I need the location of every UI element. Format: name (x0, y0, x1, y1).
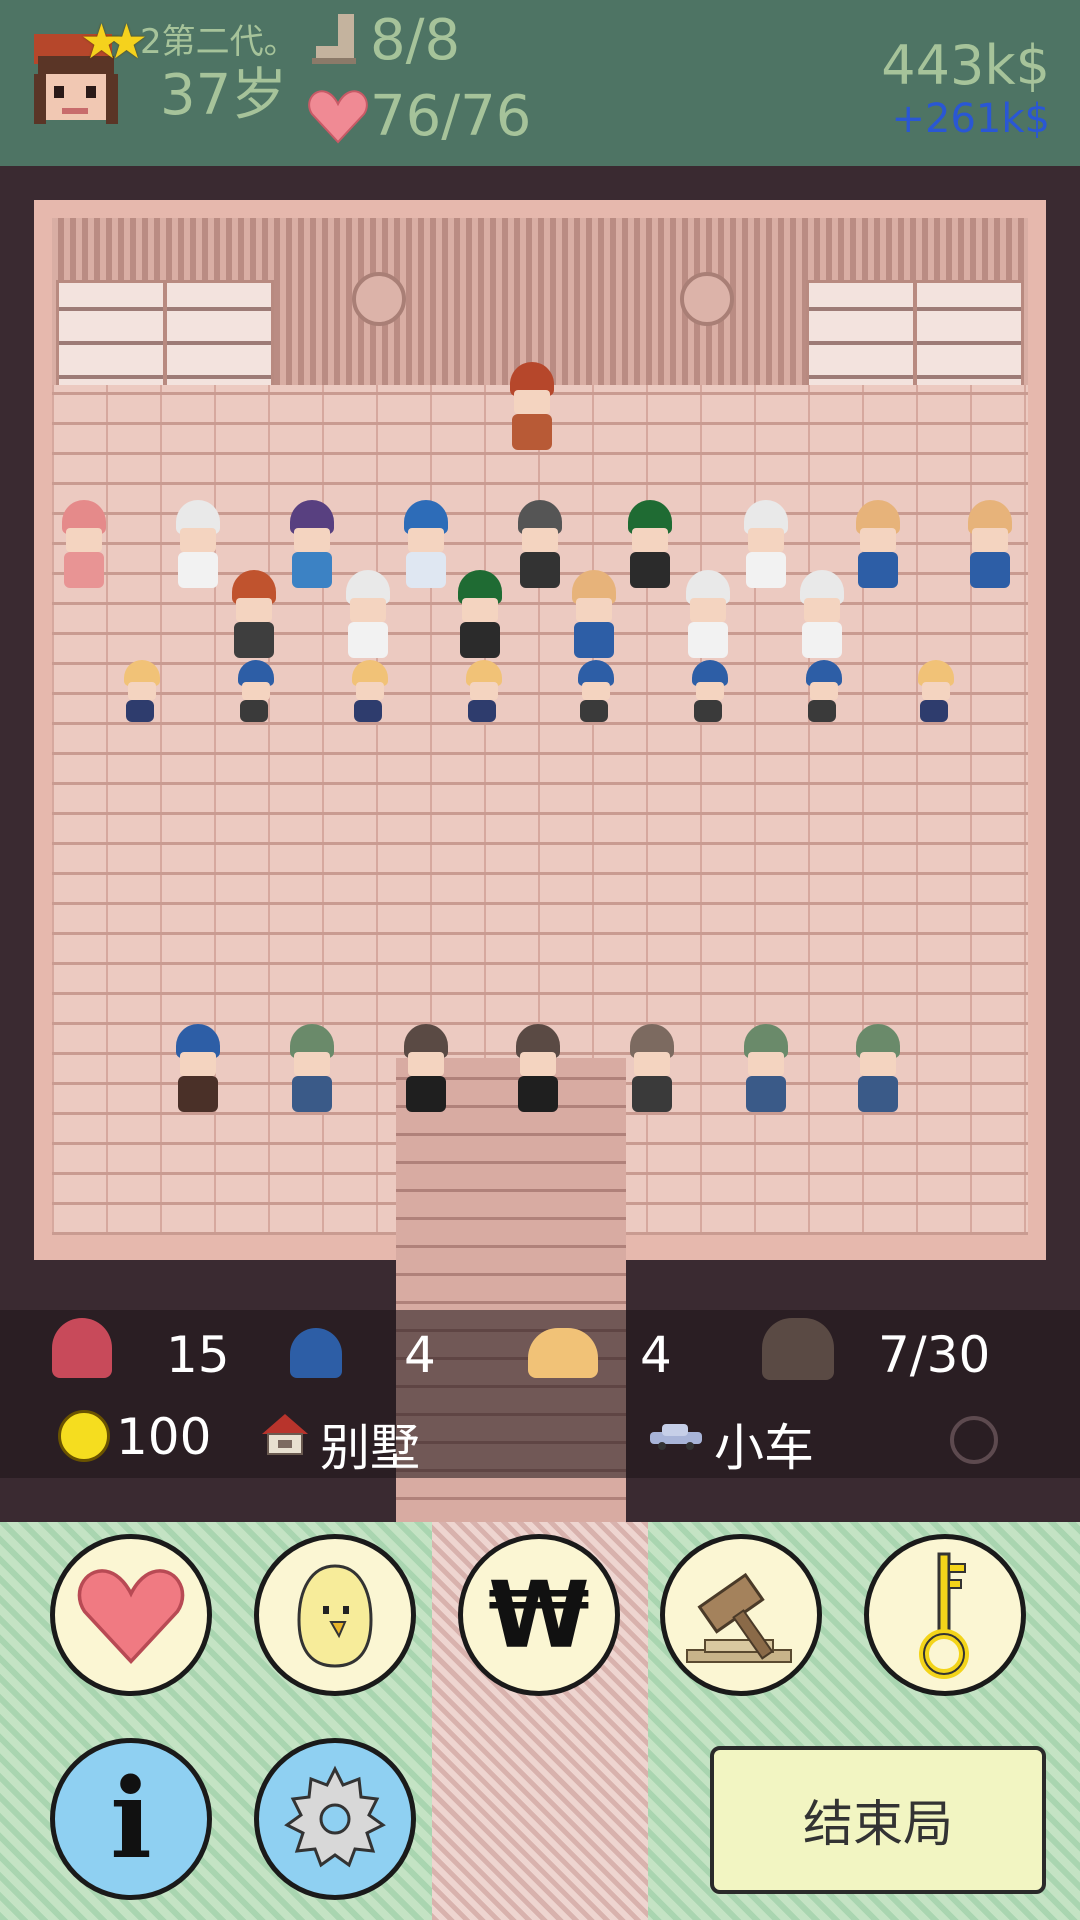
wife-character[interactable] (962, 500, 1018, 592)
daughter-icon (528, 1328, 598, 1378)
auction-button[interactable] (660, 1534, 822, 1696)
son-character[interactable] (800, 660, 848, 726)
house-icon (262, 1414, 308, 1455)
maid-character[interactable] (398, 1024, 454, 1116)
info-icon: i (110, 1754, 152, 1883)
wife-character[interactable] (512, 500, 568, 592)
info-button[interactable]: i (50, 1738, 212, 1900)
wife-character[interactable] (680, 570, 736, 662)
maids-count: 7/30 (878, 1326, 991, 1384)
maid-character[interactable] (170, 1024, 226, 1116)
vent-icon (680, 272, 734, 326)
daughter-character[interactable] (912, 660, 960, 726)
wife-character[interactable] (56, 500, 112, 592)
key-button[interactable] (864, 1534, 1026, 1696)
won-currency-icon: ₩ (488, 1561, 590, 1669)
vehicle-value: 小车 (714, 1419, 814, 1477)
maid-character[interactable] (850, 1024, 906, 1116)
maid-character[interactable] (738, 1024, 794, 1116)
sons-count: 4 (404, 1326, 436, 1384)
daughter-character[interactable] (118, 660, 166, 726)
wife-character[interactable] (622, 500, 678, 592)
wife-character[interactable] (284, 500, 340, 592)
wife-character[interactable] (340, 570, 396, 662)
daughters-count: 4 (640, 1326, 672, 1384)
maid-character[interactable] (624, 1024, 680, 1116)
wife-character[interactable] (738, 500, 794, 592)
maid-icon (762, 1318, 834, 1380)
housing-value: 别墅 (320, 1419, 420, 1477)
wives-count: 15 (166, 1326, 230, 1384)
daughter-character[interactable] (460, 660, 508, 726)
smile-icon (58, 1410, 110, 1462)
chick-icon (297, 1564, 373, 1668)
player-character[interactable] (504, 362, 560, 454)
child-button[interactable] (254, 1534, 416, 1696)
gavel-icon (686, 1572, 792, 1663)
wife-character[interactable] (398, 500, 454, 592)
health-value: 76/76 (370, 84, 532, 149)
son-icon (290, 1328, 342, 1378)
daughter-character[interactable] (346, 660, 394, 726)
gear-icon (950, 1416, 998, 1464)
son-character[interactable] (686, 660, 734, 726)
end-turn-button[interactable]: 结束局 (710, 1746, 1046, 1894)
wife-character[interactable] (226, 570, 282, 662)
top-status-bar: ★★ 2第二代。 37岁 8/8 76/76 443k$ +261k$ (0, 0, 1080, 166)
settings-button[interactable] (254, 1738, 416, 1900)
money-value: 443k$ (881, 34, 1050, 97)
son-character[interactable] (232, 660, 280, 726)
happiness-value: 100 (116, 1408, 212, 1466)
heart-icon (77, 1569, 185, 1665)
energy-value: 8/8 (370, 8, 461, 73)
vent-icon (352, 272, 406, 326)
income-value: +261k$ (891, 96, 1050, 142)
boot-icon (312, 14, 356, 64)
son-character[interactable] (572, 660, 620, 726)
rank-stars-icon: ★★ (80, 14, 148, 70)
wife-character[interactable] (850, 500, 906, 592)
maid-character[interactable] (284, 1024, 340, 1116)
gear-icon (284, 1765, 386, 1868)
maid-character[interactable] (510, 1024, 566, 1116)
car-icon (650, 1424, 702, 1450)
money-button[interactable]: ₩ (458, 1534, 620, 1696)
wife-character[interactable] (794, 570, 850, 662)
wife-character[interactable] (452, 570, 508, 662)
key-icon (919, 1552, 969, 1679)
wife-icon (52, 1318, 112, 1378)
love-button[interactable] (50, 1534, 212, 1696)
wife-character[interactable] (170, 500, 226, 592)
wife-character[interactable] (566, 570, 622, 662)
heart-icon (308, 90, 368, 144)
age-label: 37岁 (160, 63, 288, 128)
